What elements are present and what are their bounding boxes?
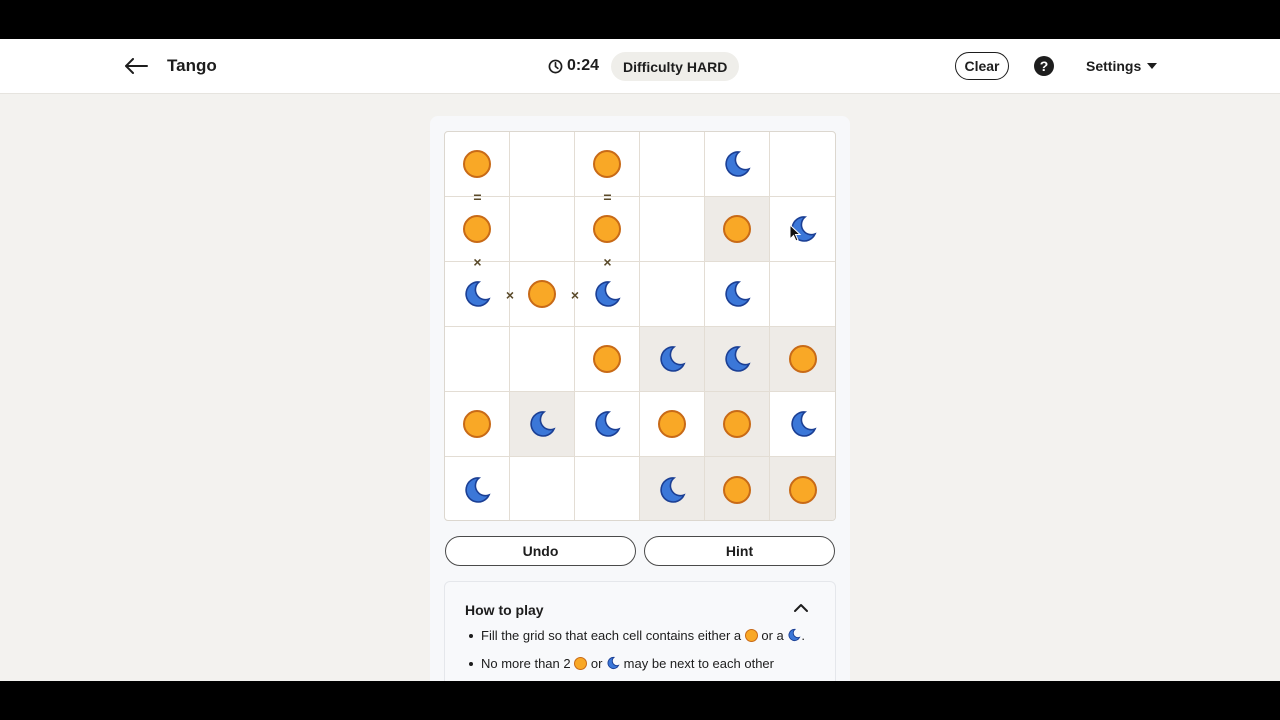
moon-icon bbox=[595, 411, 621, 437]
grid-cell-r3-c2[interactable] bbox=[575, 327, 640, 392]
opposite-constraint: × bbox=[473, 254, 482, 270]
grid-cell-r5-c2[interactable] bbox=[575, 457, 640, 520]
grid-cell-r0-c1[interactable] bbox=[510, 132, 575, 197]
how-to-play-section: How to play Fill the grid so that each c… bbox=[444, 581, 836, 681]
opposite-constraint: × bbox=[505, 286, 515, 303]
how-to-play-title: How to play bbox=[465, 602, 544, 618]
grid-cell-r5-c3[interactable] bbox=[640, 457, 705, 520]
moon-icon bbox=[790, 411, 817, 437]
grid-cell-r4-c4[interactable] bbox=[705, 392, 770, 457]
back-button[interactable] bbox=[122, 53, 150, 79]
game-viewport: Tango 0:24 Difficulty HARD Clear ? Setti… bbox=[0, 39, 1280, 681]
grid-cell-r2-c3[interactable] bbox=[640, 262, 705, 327]
moon-icon bbox=[725, 151, 751, 177]
sun-icon bbox=[593, 345, 621, 373]
moon-icon bbox=[607, 656, 620, 670]
grid-cell-r5-c5[interactable] bbox=[770, 457, 835, 520]
moon-icon bbox=[725, 346, 751, 372]
top-bar: Tango 0:24 Difficulty HARD Clear ? Setti… bbox=[0, 39, 1280, 94]
grid-cell-r3-c5[interactable] bbox=[770, 327, 835, 392]
grid-cell-r3-c3[interactable] bbox=[640, 327, 705, 392]
help-button[interactable]: ? bbox=[1034, 56, 1054, 76]
clear-button[interactable]: Clear bbox=[955, 52, 1009, 80]
grid-cell-r5-c4[interactable] bbox=[705, 457, 770, 520]
clock-icon bbox=[548, 59, 563, 73]
grid-cell-r0-c5[interactable] bbox=[770, 132, 835, 197]
settings-label: Settings bbox=[1086, 58, 1142, 74]
grid-cell-r1-c2[interactable] bbox=[575, 197, 640, 262]
app-title: Tango bbox=[167, 56, 217, 75]
grid-cell-r2-c2[interactable] bbox=[575, 262, 640, 327]
moon-icon bbox=[725, 281, 751, 307]
sun-icon bbox=[574, 657, 588, 670]
hint-button[interactable]: Hint bbox=[644, 536, 835, 566]
sun-icon bbox=[593, 215, 621, 243]
sun-icon bbox=[723, 410, 751, 438]
mouse-cursor-icon bbox=[789, 224, 802, 242]
arrow-left-icon bbox=[125, 58, 148, 74]
grid-cell-r2-c5[interactable] bbox=[770, 262, 835, 327]
sun-icon bbox=[463, 150, 491, 178]
grid-cell-r1-c0[interactable] bbox=[445, 197, 510, 262]
grid-cell-r2-c0[interactable] bbox=[445, 262, 510, 327]
grid-cell-r4-c1[interactable] bbox=[510, 392, 575, 457]
equal-constraint: = bbox=[603, 189, 612, 205]
sun-icon bbox=[744, 629, 758, 642]
sun-icon bbox=[723, 475, 751, 504]
moon-icon bbox=[660, 476, 686, 503]
undo-button[interactable]: Undo bbox=[445, 536, 636, 566]
moon-icon bbox=[660, 346, 686, 372]
timer-value: 0:24 bbox=[567, 57, 600, 74]
grid-cell-r5-c0[interactable] bbox=[445, 457, 510, 520]
grid-cell-r3-c1[interactable] bbox=[510, 327, 575, 392]
grid-cell-r4-c2[interactable] bbox=[575, 392, 640, 457]
grid-cell-r0-c4[interactable] bbox=[705, 132, 770, 197]
grid-cell-r0-c0[interactable] bbox=[445, 132, 510, 197]
grid-cell-r1-c3[interactable] bbox=[640, 197, 705, 262]
sun-icon bbox=[788, 475, 817, 504]
grid-cell-r2-c4[interactable] bbox=[705, 262, 770, 327]
difficulty-label: Difficulty bbox=[623, 58, 683, 75]
opposite-constraint: × bbox=[603, 254, 612, 270]
sun-icon bbox=[723, 215, 751, 243]
puzzle-grid: = = × × × × bbox=[444, 131, 836, 521]
grid-cell-r4-c0[interactable] bbox=[445, 392, 510, 457]
grid-cell-r5-c1[interactable] bbox=[510, 457, 575, 520]
sun-icon bbox=[463, 215, 491, 243]
chevron-up-icon[interactable] bbox=[791, 600, 811, 616]
moon-icon bbox=[465, 281, 491, 307]
moon-icon bbox=[788, 628, 801, 642]
rule-item: Fill the grid so that each cell contains… bbox=[469, 628, 811, 644]
grid-cell-r1-c4[interactable] bbox=[705, 197, 770, 262]
sun-icon bbox=[658, 410, 686, 438]
grid-cell-r3-c0[interactable] bbox=[445, 327, 510, 392]
grid-cell-r4-c5[interactable] bbox=[770, 392, 835, 457]
difficulty-value: HARD bbox=[686, 58, 728, 75]
settings-menu-button[interactable]: Settings bbox=[1086, 58, 1158, 74]
grid-cell-r0-c2[interactable] bbox=[575, 132, 640, 197]
question-circle-icon: ? bbox=[1039, 58, 1049, 74]
caret-down-icon bbox=[1147, 63, 1158, 69]
grid-cell-r4-c3[interactable] bbox=[640, 392, 705, 457]
grid-cell-r2-c1[interactable] bbox=[510, 262, 575, 327]
sun-icon bbox=[463, 410, 491, 438]
grid-cell-r1-c1[interactable] bbox=[510, 197, 575, 262]
game-timer: 0:24 bbox=[548, 57, 599, 75]
grid-cell-r3-c4[interactable] bbox=[705, 327, 770, 392]
equal-constraint: = bbox=[473, 189, 482, 205]
sun-icon bbox=[593, 150, 621, 178]
sun-icon bbox=[788, 345, 817, 373]
grid-cell-r0-c3[interactable] bbox=[640, 132, 705, 197]
moon-icon bbox=[530, 411, 556, 437]
rule-item: No more than 2 or may be next to each ot… bbox=[469, 656, 811, 672]
difficulty-badge: Difficulty HARD bbox=[611, 52, 740, 81]
sun-icon bbox=[528, 280, 556, 308]
moon-icon bbox=[465, 476, 491, 503]
moon-icon bbox=[595, 281, 621, 307]
rules-list: Fill the grid so that each cell contains… bbox=[469, 628, 811, 681]
opposite-constraint: × bbox=[570, 286, 580, 303]
